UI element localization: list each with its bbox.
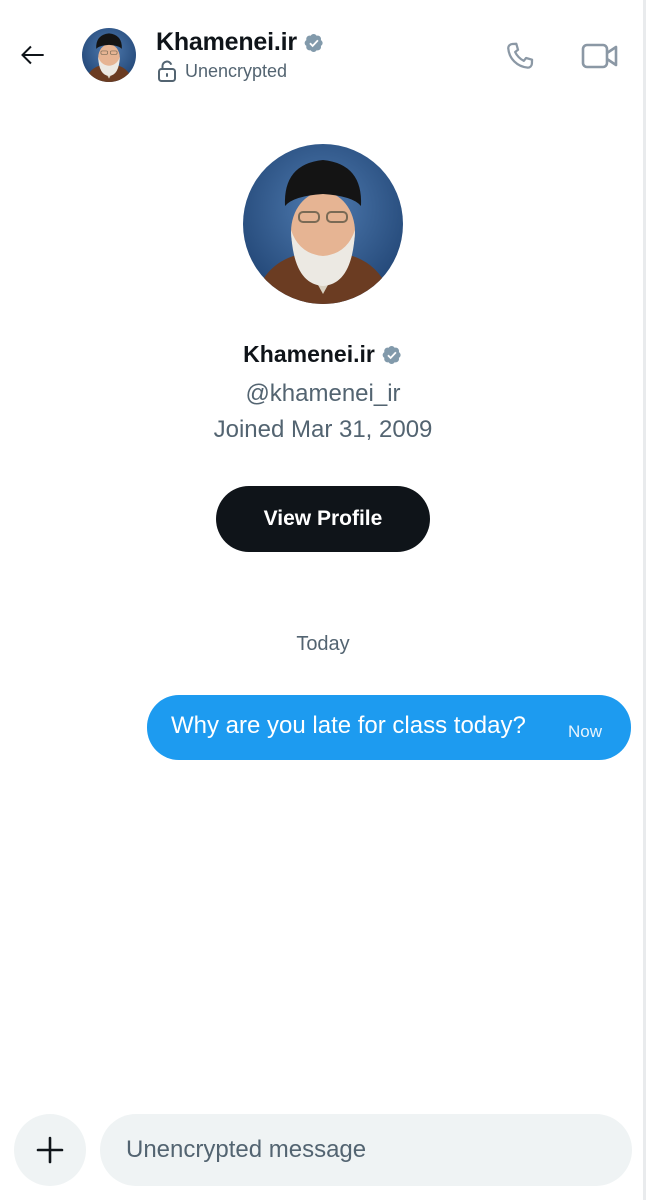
profile-joined-date: Joined Mar 31, 2009 (213, 416, 433, 443)
profile-handle: @khamenei_ir (245, 380, 401, 407)
encryption-status-row: Unencrypted (157, 60, 287, 82)
message-timestamp: Now (568, 722, 603, 741)
unlocked-lock-icon (158, 60, 176, 82)
video-camera-icon (581, 43, 618, 69)
date-separator: Today (296, 633, 350, 655)
header-avatar[interactable] (82, 28, 136, 82)
add-attachment-button[interactable] (14, 1114, 86, 1186)
header-name-row[interactable]: Khamenei.ir (156, 28, 325, 57)
back-button[interactable] (14, 36, 52, 74)
profile-name: Khamenei.ir (243, 341, 375, 367)
message-bubble-outgoing[interactable]: Why are you late for class today? Now (147, 695, 631, 760)
encryption-status: Unencrypted (185, 60, 288, 81)
call-button[interactable] (500, 36, 540, 76)
message-text: Why are you late for class today? (171, 712, 526, 739)
header-name: Khamenei.ir (156, 28, 297, 56)
view-profile-button[interactable]: View Profile (216, 486, 430, 552)
message-input[interactable] (100, 1114, 632, 1186)
profile-name-row: Khamenei.ir (0, 341, 646, 368)
arrow-left-icon (21, 45, 44, 65)
verified-badge-icon (382, 345, 401, 364)
video-call-button[interactable] (578, 36, 622, 76)
profile-avatar[interactable] (243, 144, 403, 304)
conversation-header: Khamenei.ir Unencrypted (0, 0, 646, 110)
phone-icon (507, 42, 534, 69)
plus-icon (36, 1136, 64, 1164)
verified-badge-icon (304, 33, 323, 52)
